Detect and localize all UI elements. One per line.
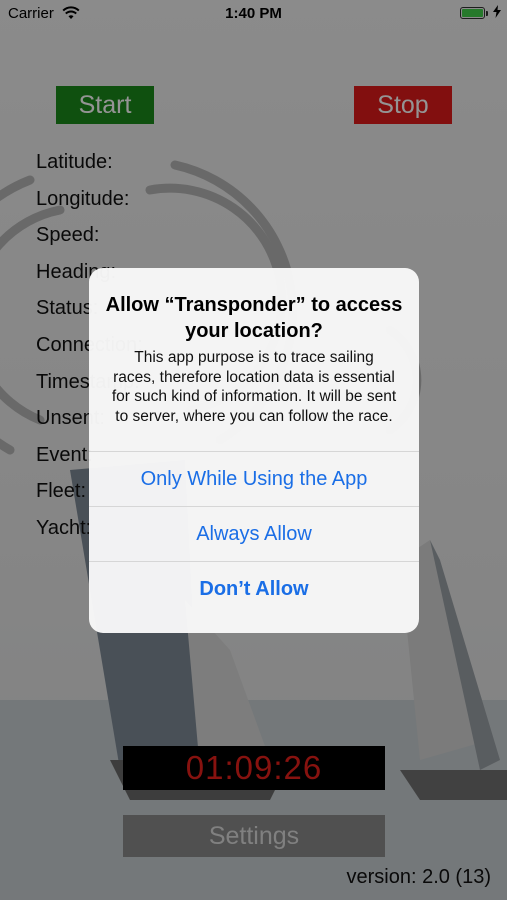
alert-title: Allow “Transponder” to access your locat… xyxy=(105,294,403,342)
dont-allow-button[interactable]: Don’t Allow xyxy=(89,561,419,616)
location-permission-alert: Allow “Transponder” to access your locat… xyxy=(89,268,419,633)
always-allow-button[interactable]: Always Allow xyxy=(89,506,419,561)
app-screen: Carrier 1:40 PM Start Stop Latitude: Long… xyxy=(0,0,507,900)
alert-message: This app purpose is to trace sailing rac… xyxy=(111,349,397,425)
allow-while-using-button[interactable]: Only While Using the App xyxy=(89,451,419,506)
